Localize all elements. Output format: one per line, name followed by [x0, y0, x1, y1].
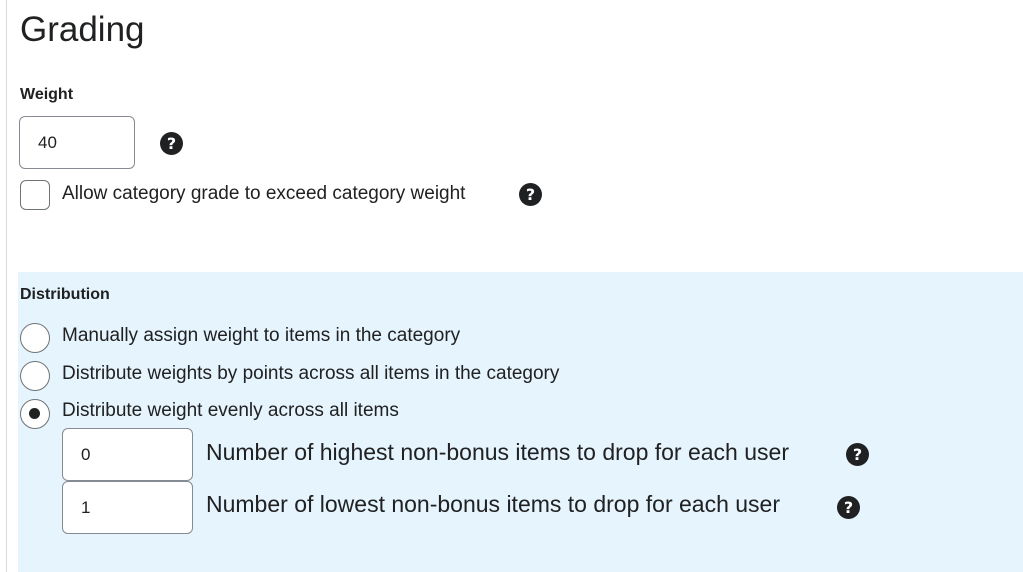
radio-distribute-evenly-label: Distribute weight evenly across all item…	[62, 400, 399, 421]
radio-distribute-by-points-label: Distribute weights by points across all …	[62, 363, 560, 384]
radio-distribute-evenly[interactable]	[20, 399, 50, 429]
weight-help-icon[interactable]: ?	[160, 132, 183, 155]
radio-selected-dot	[29, 408, 40, 419]
radio-manual-weight-label: Manually assign weight to items in the c…	[62, 325, 461, 346]
left-divider	[6, 0, 7, 572]
drop-highest-value: 0	[81, 444, 91, 464]
drop-lowest-value: 1	[81, 497, 91, 517]
page-title: Grading	[20, 10, 145, 49]
grading-page: Grading Weight 40 ? Allow category grade…	[0, 0, 1023, 572]
drop-highest-help-icon[interactable]: ?	[846, 443, 869, 466]
weight-value: 40	[38, 132, 57, 152]
drop-lowest-help-icon[interactable]: ?	[837, 496, 860, 519]
weight-label: Weight	[20, 86, 74, 103]
drop-highest-input[interactable]: 0	[62, 428, 193, 481]
drop-lowest-input[interactable]: 1	[62, 481, 193, 534]
drop-lowest-label: Number of lowest non-bonus items to drop…	[206, 491, 781, 517]
radio-manual-weight[interactable]	[20, 323, 50, 353]
weight-input[interactable]: 40	[19, 116, 135, 169]
radio-distribute-by-points[interactable]	[20, 361, 50, 391]
distribution-label: Distribution	[20, 286, 110, 303]
exceed-weight-checkbox[interactable]	[20, 180, 50, 210]
exceed-weight-help-icon[interactable]: ?	[519, 183, 542, 206]
exceed-weight-label: Allow category grade to exceed category …	[62, 183, 466, 204]
drop-highest-label: Number of highest non-bonus items to dro…	[206, 439, 789, 465]
